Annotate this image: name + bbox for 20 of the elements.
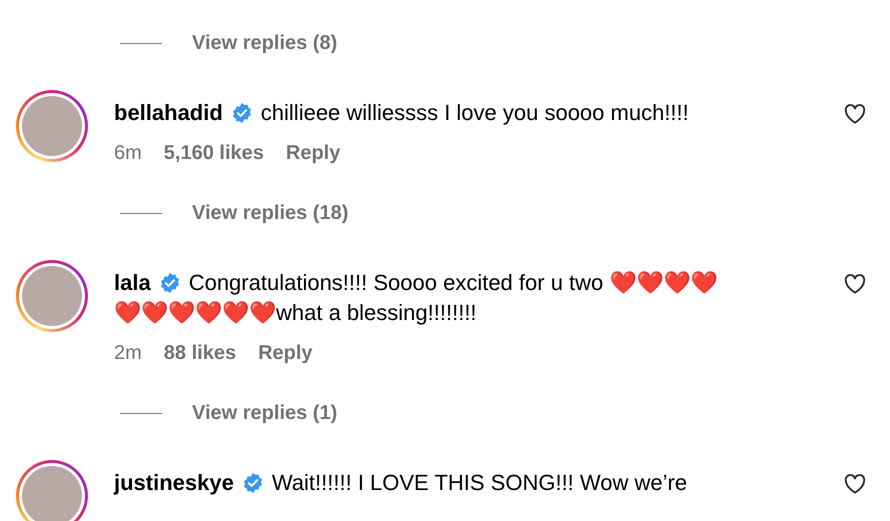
view-replies-link[interactable]: View replies (8) — [192, 30, 338, 56]
heart-icon[interactable] — [844, 474, 866, 494]
comment-text-line: Congratulations!!!! Soooo excited for u two ❤❤❤❤ — [188, 269, 718, 297]
comment-text-line: Wait!!!!!! I LOVE THIS SONG!!! Wow we’re — [272, 469, 688, 497]
view-replies-link[interactable]: View replies (18) — [192, 200, 348, 226]
comment-time: 6m — [114, 141, 142, 166]
heart-icon[interactable] — [844, 104, 866, 124]
reply-link[interactable]: Reply — [286, 138, 340, 168]
heart-icon[interactable] — [844, 274, 866, 294]
username[interactable]: lala — [114, 268, 151, 298]
username[interactable]: justineskye — [114, 468, 234, 498]
likes-count[interactable]: 88 likes — [164, 338, 236, 368]
comment-time: 2m — [114, 341, 142, 366]
username[interactable]: bellahadid — [114, 98, 223, 128]
likes-count[interactable]: 5,160 likes — [164, 138, 264, 168]
view-replies-link[interactable]: View replies (1) — [192, 400, 338, 426]
avatar[interactable] — [16, 460, 88, 521]
comment-text-line: chillieee williessss I love you soooo much!!!! — [260, 99, 689, 127]
comment-text-line: ❤❤❤❤❤❤what a blessing!!!!!!!! — [114, 299, 477, 327]
reply-link[interactable]: Reply — [258, 338, 313, 368]
